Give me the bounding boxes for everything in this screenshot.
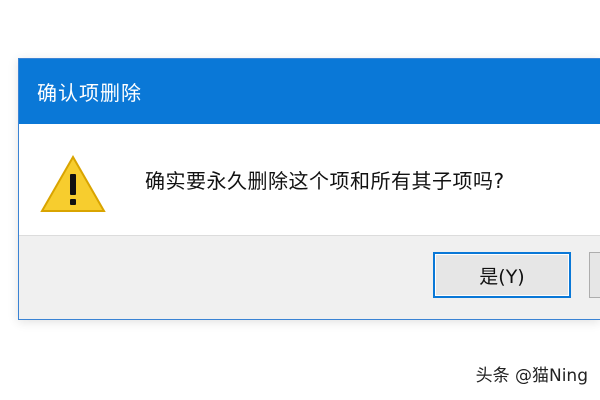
dialog-titlebar[interactable]: 确认项删除 — [19, 59, 600, 124]
dialog-footer: 是(Y) — [19, 235, 600, 319]
watermark-text: 头条 @猫Ning — [475, 366, 588, 386]
warning-icon — [40, 154, 106, 212]
no-button[interactable] — [589, 252, 600, 298]
dialog-title: 确认项删除 — [37, 81, 142, 105]
screenshot-page: 确认项删除 确实要永久删除这个项和所有其子项吗? 是(Y) 头条 @猫Ning — [0, 0, 600, 400]
dialog-content: 确实要永久删除这个项和所有其子项吗? — [19, 124, 600, 235]
yes-button[interactable]: 是(Y) — [433, 252, 571, 298]
confirm-delete-dialog: 确认项删除 确实要永久删除这个项和所有其子项吗? 是(Y) — [18, 58, 600, 320]
dialog-message: 确实要永久删除这个项和所有其子项吗? — [145, 169, 505, 193]
yes-button-label: 是(Y) — [479, 265, 525, 288]
